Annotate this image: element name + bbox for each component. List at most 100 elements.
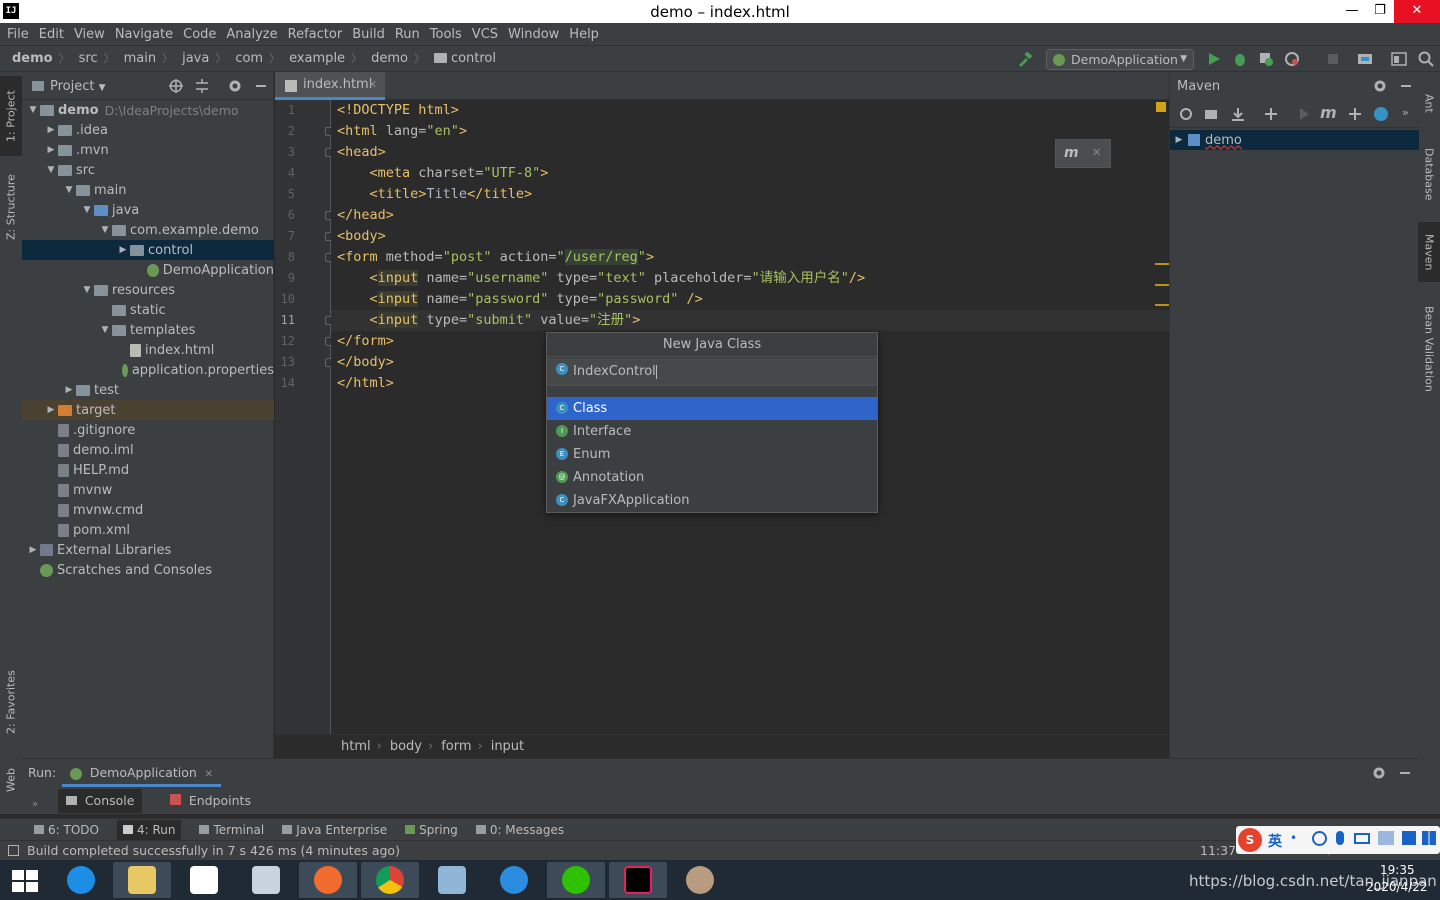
tool-tab-terminal[interactable]: Terminal [199,823,264,837]
taskbar-firefox[interactable] [299,862,357,898]
tree-item-test[interactable]: ▶ test [22,380,274,400]
breadcrumb-com[interactable]: com 〉 [235,50,280,66]
run-icon[interactable] [1296,106,1312,122]
hide-panel-icon[interactable] [1397,765,1413,781]
expand-icon[interactable]: » [32,799,38,810]
ime-language-label[interactable]: 英 [1268,831,1282,851]
kind-option-class[interactable]: C Class [547,397,877,420]
close-tab-icon[interactable]: ✕ [368,72,377,98]
chevron-down-icon[interactable]: ▼ [98,325,112,335]
endpoints-tab[interactable]: Endpoints [162,789,259,813]
tree-item-demo[interactable]: ▼ demo D:\IdeaProjects\demo [22,100,274,120]
ime-toolbar[interactable]: S 英 • [1236,826,1440,854]
tag-breadcrumb-input[interactable]: input [491,739,524,754]
tree-item-help-md[interactable]: HELP.md [22,460,274,480]
build-hammer-icon[interactable] [1017,51,1033,67]
reload-icon[interactable] [1178,106,1194,122]
menu-help[interactable]: Help [569,27,599,42]
profile-icon[interactable] [1284,51,1300,67]
taskbar-browser[interactable] [485,862,543,898]
tree-item-main[interactable]: ▼ main [22,180,274,200]
chevron-right-icon[interactable]: ▶ [44,125,58,135]
tree-item-external-libraries[interactable]: ▶ External Libraries [22,540,274,560]
gear-icon[interactable] [227,78,243,94]
breadcrumb-src[interactable]: src 〉 [79,50,115,66]
ime-emoji-icon[interactable] [1312,831,1327,846]
tab-database[interactable]: Database [1418,138,1440,210]
tree-item--gitignore[interactable]: .gitignore [22,420,274,440]
taskbar-wechat[interactable] [547,862,605,898]
menu-analyze[interactable]: Analyze [226,27,277,42]
tab-favorites[interactable]: 2: Favorites [0,662,22,742]
console-tab[interactable]: Console [58,789,143,813]
close-icon[interactable]: ✕ [1092,146,1101,159]
tab-structure[interactable]: Z: Structure [0,167,22,247]
tree-item-mvnw-cmd[interactable]: mvnw.cmd [22,500,274,520]
scroll-warning-marker[interactable] [1155,263,1169,265]
chevron-down-icon[interactable]: ▼ [80,285,94,295]
warning-status-icon[interactable] [1156,102,1166,112]
menu-build[interactable]: Build [352,27,385,42]
kind-option-enum[interactable]: E Enum [547,443,877,466]
tool-tab-java-enterprise[interactable]: Java Enterprise [282,823,387,837]
chevron-down-icon[interactable]: ▼ [44,165,58,175]
taskbar-intellij[interactable] [609,862,667,898]
maven-reload-icon[interactable]: m [1064,145,1079,161]
tree-item-src[interactable]: ▼ src [22,160,274,180]
menu-window[interactable]: Window [508,27,559,42]
project-structure-icon[interactable] [1357,51,1373,67]
tool-tab--run[interactable]: 4: Run [116,819,182,840]
ime-skin-icon[interactable] [1378,831,1394,845]
run-icon[interactable] [1206,51,1222,67]
kind-option-annotation[interactable]: @ Annotation [547,466,877,489]
tree-item-pom-xml[interactable]: pom.xml [22,520,274,540]
scroll-warning-marker[interactable] [1155,284,1169,286]
ime-punctuation-icon[interactable]: • [1290,831,1304,845]
tool-tab--todo[interactable]: 6: TODO [34,823,99,837]
tree-item-application-properties[interactable]: application.properties [22,360,274,380]
chevron-right-icon[interactable]: ▶ [26,545,40,555]
restore-button[interactable]: ❐ [1364,0,1396,23]
tree-item-com-example-demo[interactable]: ▼ com.example.demo [22,220,274,240]
skip-tests-icon[interactable] [1373,106,1389,122]
search-icon[interactable] [1418,51,1434,67]
tree-item-control[interactable]: ▶ control [22,240,274,260]
download-icon[interactable] [1230,106,1246,122]
tab-maven[interactable]: Maven [1418,222,1440,282]
ime-upload-icon[interactable] [1402,831,1416,845]
add-folder-icon[interactable] [1204,106,1220,122]
breadcrumb-demo[interactable]: demo 〉 [371,50,425,66]
run-config-tab[interactable]: DemoApplication ✕ [62,761,222,787]
windows-start-icon[interactable] [12,870,38,892]
hide-panel-icon[interactable] [1398,78,1414,94]
tab-index-html[interactable]: index.html ✕ [275,72,385,100]
run-with-coverage-icon[interactable] [1258,51,1274,67]
ime-keyboard-icon[interactable] [1354,833,1370,844]
tree-item-java[interactable]: ▼ java [22,200,274,220]
tree-item--mvn[interactable]: ▶ .mvn [22,140,274,160]
status-message[interactable]: Build completed successfully in 7 s 426 … [27,843,400,858]
caret-position[interactable]: 11:37 [1200,843,1236,858]
gear-icon[interactable] [1372,78,1388,94]
tab-ant[interactable]: Ant [1418,78,1440,128]
tree-item-templates[interactable]: ▼ templates [22,320,274,340]
tree-item--idea[interactable]: ▶ .idea [22,120,274,140]
breadcrumb-control[interactable]: control [433,51,496,66]
tag-breadcrumb-form[interactable]: form [441,739,471,754]
tab-bean-validation[interactable]: Bean Validation [1418,294,1440,404]
load-maven-changes-popup[interactable]: m ✕ [1055,139,1111,168]
breadcrumb-example[interactable]: example 〉 [289,50,362,66]
add-icon[interactable] [1263,106,1279,122]
hide-panel-icon[interactable] [253,78,269,94]
ime-voice-icon[interactable] [1336,831,1344,845]
tool-tab--messages[interactable]: 0: Messages [475,823,564,837]
tab-web[interactable]: Web [0,760,22,800]
toggle-offline-icon[interactable] [1347,106,1363,122]
kind-option-interface[interactable]: I Interface [547,420,877,443]
run-configuration-select[interactable]: DemoApplication ▼ [1046,49,1194,70]
chevron-right-icon[interactable]: ▶ [44,145,58,155]
stop-icon[interactable] [1325,51,1341,67]
kind-option-javafxapplication[interactable]: C JavaFXApplication [547,489,877,512]
tree-item-scratches-and-consoles[interactable]: Scratches and Consoles [22,560,274,580]
menu-vcs[interactable]: VCS [472,27,498,42]
